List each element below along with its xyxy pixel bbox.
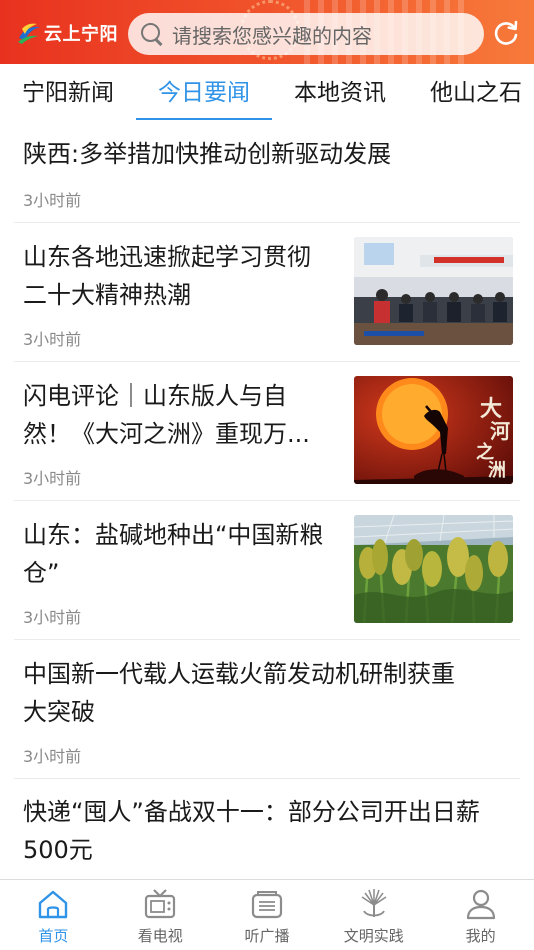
tab-other-sources[interactable]: 他山之石 bbox=[430, 64, 522, 122]
news-item[interactable]: 山东各地迅速掀起学习贯彻 二十大精神热潮 3小时前 bbox=[14, 223, 520, 362]
search-placeholder: 请搜索您感兴趣的内容 bbox=[172, 23, 372, 48]
stork-sunset-thumbnail: 大 河 之 洲 bbox=[354, 376, 513, 484]
news-title-line: 山东各地迅速掀起学习贯彻 bbox=[23, 243, 311, 271]
news-item[interactable]: 快递“囤人”备战双十一：部分公司开出日薪 500元 bbox=[14, 779, 520, 879]
news-item[interactable]: 闪电评论｜山东版人与自 然！《大河之洲》重现万... 3小时前 大 河 之 洲 bbox=[14, 362, 520, 501]
news-item[interactable]: 山东：盐碱地种出“中国新粮 仓” 3小时前 bbox=[14, 501, 520, 640]
bottom-nav: 首页 看电视 听广播 文明实践 我的 bbox=[0, 879, 534, 950]
news-title-line: 闪电评论｜山东版人与自 bbox=[23, 382, 287, 410]
news-title-line: 仓” bbox=[23, 559, 60, 587]
refresh-icon[interactable] bbox=[492, 19, 520, 47]
meeting-photo-thumbnail bbox=[354, 237, 513, 345]
news-title: 山东：盐碱地种出“中国新粮 仓” bbox=[23, 516, 323, 592]
news-title-line: 二十大精神热潮 bbox=[23, 281, 191, 309]
tab-ningyang-news[interactable]: 宁阳新闻 bbox=[22, 64, 114, 122]
thumb-text-4: 洲 bbox=[488, 460, 506, 481]
news-time: 3小时前 bbox=[23, 469, 82, 488]
news-title: 快递“囤人”备战双十一：部分公司开出日薪 500元 bbox=[23, 793, 480, 869]
logo-text: 云上宁阳 bbox=[44, 24, 118, 45]
tab-local-info[interactable]: 本地资讯 bbox=[294, 64, 386, 122]
search-icon bbox=[140, 22, 164, 46]
news-item[interactable]: 中国新一代载人运载火箭发动机研制获重 大突破 3小时前 bbox=[14, 640, 520, 779]
news-title-line: 然！《大河之洲》重现万... bbox=[23, 420, 310, 448]
news-title: 闪电评论｜山东版人与自 然！《大河之洲》重现万... bbox=[23, 377, 310, 453]
news-title: 中国新一代载人运载火箭发动机研制获重 大突破 bbox=[23, 655, 455, 731]
nav-label: 文明实践 bbox=[343, 927, 404, 945]
category-tabs: 宁阳新闻 今日要闻 本地资讯 他山之石 bbox=[0, 64, 534, 122]
news-time: 3小时前 bbox=[23, 747, 82, 766]
nav-label: 我的 bbox=[465, 927, 496, 945]
news-time: 3小时前 bbox=[23, 191, 82, 210]
news-title: 陕西:多举措加快推动创新驱动发展 bbox=[23, 140, 392, 168]
millet-field-thumbnail bbox=[354, 515, 513, 623]
logo-icon bbox=[18, 23, 40, 44]
news-title: 山东各地迅速掀起学习贯彻 二十大精神热潮 bbox=[23, 238, 311, 314]
tv-icon bbox=[145, 889, 176, 919]
news-title-line: 大突破 bbox=[23, 698, 95, 726]
emblem-icon bbox=[361, 889, 387, 917]
news-item[interactable]: 陕西:多举措加快推动创新驱动发展 3小时前 bbox=[14, 122, 520, 223]
tab-today-headlines[interactable]: 今日要闻 bbox=[136, 64, 272, 122]
nav-home[interactable]: 首页 bbox=[0, 880, 107, 950]
news-time: 3小时前 bbox=[23, 330, 82, 349]
nav-tv[interactable]: 看电视 bbox=[107, 880, 214, 950]
search-box[interactable]: 请搜索您感兴趣的内容 bbox=[128, 13, 484, 55]
news-title-line: 快递“囤人”备战双十一：部分公司开出日薪 bbox=[23, 798, 480, 826]
home-icon bbox=[39, 890, 68, 919]
nav-civilization-practice[interactable]: 文明实践 bbox=[320, 880, 427, 950]
news-time: 3小时前 bbox=[23, 608, 82, 627]
app-header: 云上宁阳 请搜索您感兴趣的内容 bbox=[0, 0, 534, 64]
nav-label: 首页 bbox=[38, 927, 69, 945]
user-icon bbox=[466, 889, 495, 920]
nav-label: 看电视 bbox=[137, 927, 183, 945]
news-title-line: 中国新一代载人运载火箭发动机研制获重 bbox=[23, 660, 455, 688]
nav-label: 听广播 bbox=[244, 927, 290, 945]
nav-profile[interactable]: 我的 bbox=[427, 880, 534, 950]
nav-radio[interactable]: 听广播 bbox=[214, 880, 321, 950]
app-logo[interactable]: 云上宁阳 bbox=[16, 17, 118, 49]
news-title-line: 山东：盐碱地种出“中国新粮 bbox=[23, 521, 324, 549]
thumb-text-2: 河 bbox=[490, 419, 510, 443]
news-title-line: 500元 bbox=[23, 836, 93, 864]
radio-icon bbox=[251, 891, 283, 919]
